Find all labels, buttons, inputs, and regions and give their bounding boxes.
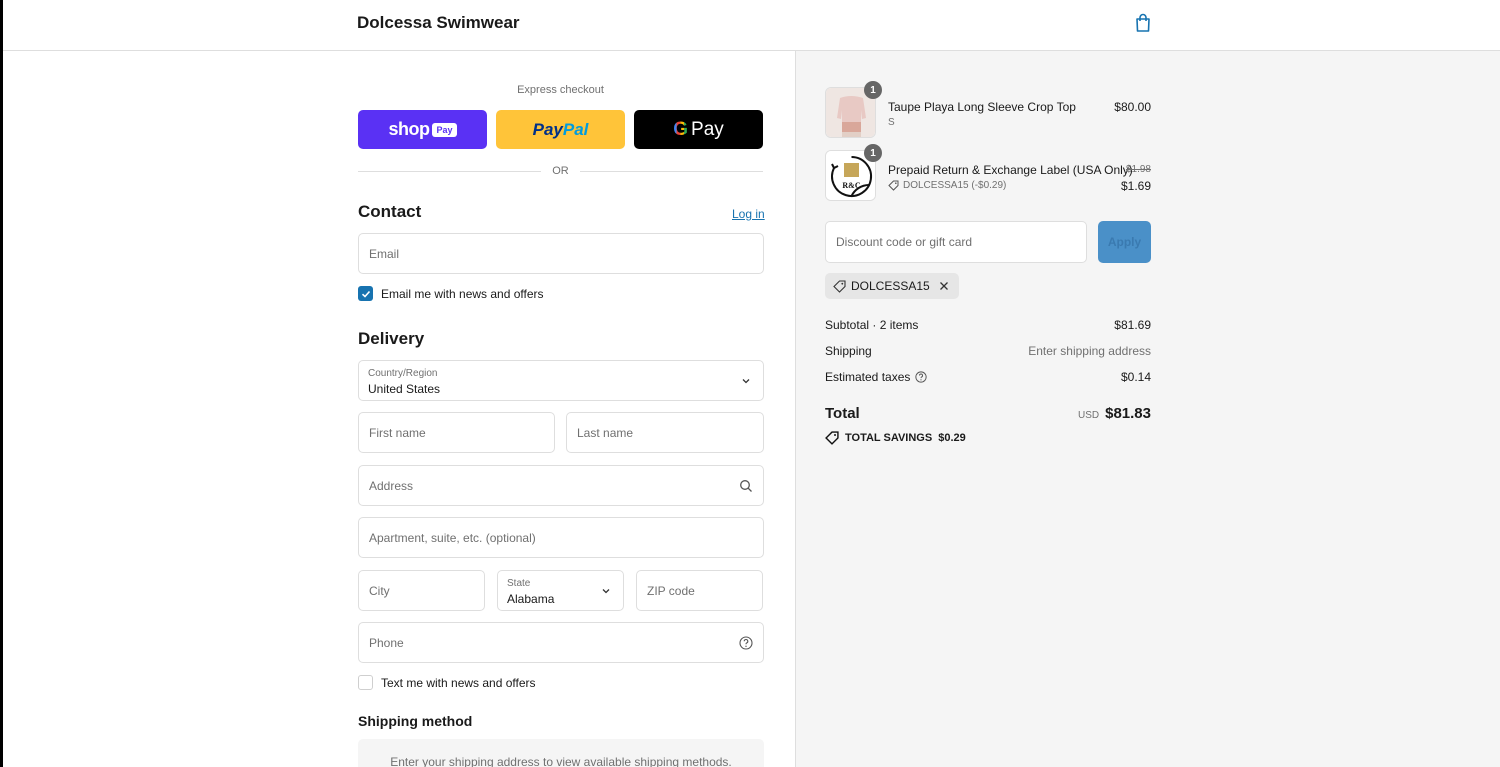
google-g-icon: G: [673, 118, 689, 140]
state-value: Alabama: [507, 592, 555, 606]
savings-value: $0.29: [938, 432, 966, 444]
tag-icon: [825, 431, 839, 445]
log-in-link[interactable]: Log in: [732, 207, 765, 221]
help-circle-icon[interactable]: [915, 371, 927, 383]
item-price: $1.69: [1120, 179, 1151, 193]
savings-label: TOTAL SAVINGS: [845, 432, 933, 444]
applied-discount-chip: DOLCESSA15: [825, 273, 959, 299]
email-news-label: Email me with news and offers: [381, 286, 544, 301]
apartment-field[interactable]: [358, 517, 764, 558]
shop-pay-pill: Pay: [432, 122, 457, 137]
country-label: Country/Region: [368, 368, 438, 379]
paypal-wordmark-pal: Pal: [562, 119, 589, 139]
city-input[interactable]: [359, 571, 484, 610]
tag-icon: [833, 279, 846, 293]
item-original-price: $1.98: [1125, 164, 1151, 175]
checkout-header: Dolcessa Swimwear: [3, 0, 1500, 51]
close-icon[interactable]: [939, 281, 949, 291]
shop-pay-wordmark: shop: [388, 119, 430, 139]
help-circle-icon[interactable]: [739, 636, 753, 650]
text-news-checkbox[interactable]: [358, 675, 373, 690]
apply-discount-button[interactable]: Apply: [1098, 221, 1151, 263]
address-field[interactable]: [358, 465, 764, 506]
express-checkout-label: Express checkout: [517, 84, 604, 96]
state-label: State: [507, 578, 531, 589]
last-name-input[interactable]: [567, 413, 763, 452]
email-news-checkbox-row[interactable]: Email me with news and offers: [358, 286, 544, 301]
quantity-badge: 1: [864, 81, 882, 99]
store-name[interactable]: Dolcessa Swimwear: [357, 13, 520, 33]
delivery-heading: Delivery: [358, 329, 425, 348]
applied-discount-code: DOLCESSA15: [851, 279, 930, 293]
item-name: Taupe Playa Long Sleeve Crop Top: [888, 100, 1076, 114]
shipping-value: Enter shipping address: [1028, 344, 1151, 358]
google-pay-wordmark: Pay: [691, 118, 724, 140]
tag-icon: [888, 180, 899, 191]
zip-field[interactable]: [636, 570, 763, 611]
address-input[interactable]: [359, 466, 763, 505]
text-news-label: Text me with news and offers: [381, 675, 536, 690]
phone-field[interactable]: [358, 622, 764, 663]
item-price: $80.00: [1114, 100, 1151, 114]
total-value: $81.83: [1105, 405, 1151, 422]
currency-code: USD: [1077, 410, 1100, 421]
email-field[interactable]: [358, 233, 764, 274]
subtotal-value: $81.69: [1114, 318, 1151, 332]
item-discount-code: DOLCESSA15 (-$0.29): [903, 180, 1007, 191]
phone-input[interactable]: [359, 623, 763, 662]
chevron-down-icon: [602, 589, 610, 594]
shipping-method-placeholder: Enter your shipping address to view avai…: [358, 739, 764, 767]
first-name-input[interactable]: [359, 413, 554, 452]
paypal-button[interactable]: Pay Pal: [496, 110, 625, 149]
google-pay-button[interactable]: G Pay: [634, 110, 763, 149]
or-divider: OR: [358, 164, 763, 178]
city-field[interactable]: [358, 570, 485, 611]
checkmark-icon: [361, 290, 370, 298]
country-value: United States: [368, 382, 441, 396]
divider-line: [580, 171, 763, 172]
taxes-label-group: Estimated taxes: [825, 370, 927, 384]
item-discount: DOLCESSA15 (-$0.29): [888, 180, 1006, 191]
shopping-bag-icon[interactable]: [1134, 13, 1152, 33]
logo-text: R&C: [842, 181, 860, 190]
shipping-label: Shipping: [825, 344, 872, 358]
chevron-down-icon: [742, 379, 750, 384]
item-name: Prepaid Return & Exchange Label (USA Onl…: [888, 163, 1133, 177]
email-input[interactable]: [359, 234, 763, 273]
taxes-value: $0.14: [1120, 370, 1151, 384]
quantity-badge: 1: [864, 144, 882, 162]
apartment-input[interactable]: [359, 518, 763, 557]
text-news-checkbox-row[interactable]: Text me with news and offers: [358, 675, 536, 690]
search-icon: [740, 480, 752, 492]
first-name-field[interactable]: [358, 412, 555, 453]
subtotal-label: Subtotal · 2 items: [825, 318, 919, 332]
total-savings: TOTAL SAVINGS $0.29: [825, 431, 966, 445]
line-item: 1 Taupe Playa Long Sleeve Crop Top S $80…: [825, 81, 1151, 138]
shipping-method-heading: Shipping method: [358, 713, 473, 729]
discount-code-field[interactable]: [825, 221, 1087, 263]
window-edge: [0, 0, 3, 767]
email-news-checkbox[interactable]: [358, 286, 373, 301]
country-select[interactable]: Country/Region United States: [358, 360, 764, 401]
item-variant: S: [888, 117, 895, 128]
discount-code-input[interactable]: [826, 222, 1086, 262]
paypal-wordmark-pay: Pay: [532, 119, 563, 139]
taxes-label: Estimated taxes: [825, 370, 911, 384]
line-item: R&C 1 Prepaid Return & Exchange Label (U…: [825, 144, 1151, 201]
contact-heading: Contact: [358, 202, 422, 221]
last-name-field[interactable]: [566, 412, 764, 453]
zip-input[interactable]: [637, 571, 762, 610]
total-amount-group: USD $81.83: [825, 405, 1151, 423]
state-select[interactable]: State Alabama: [497, 570, 624, 611]
shop-pay-button[interactable]: shop Pay: [358, 110, 487, 149]
